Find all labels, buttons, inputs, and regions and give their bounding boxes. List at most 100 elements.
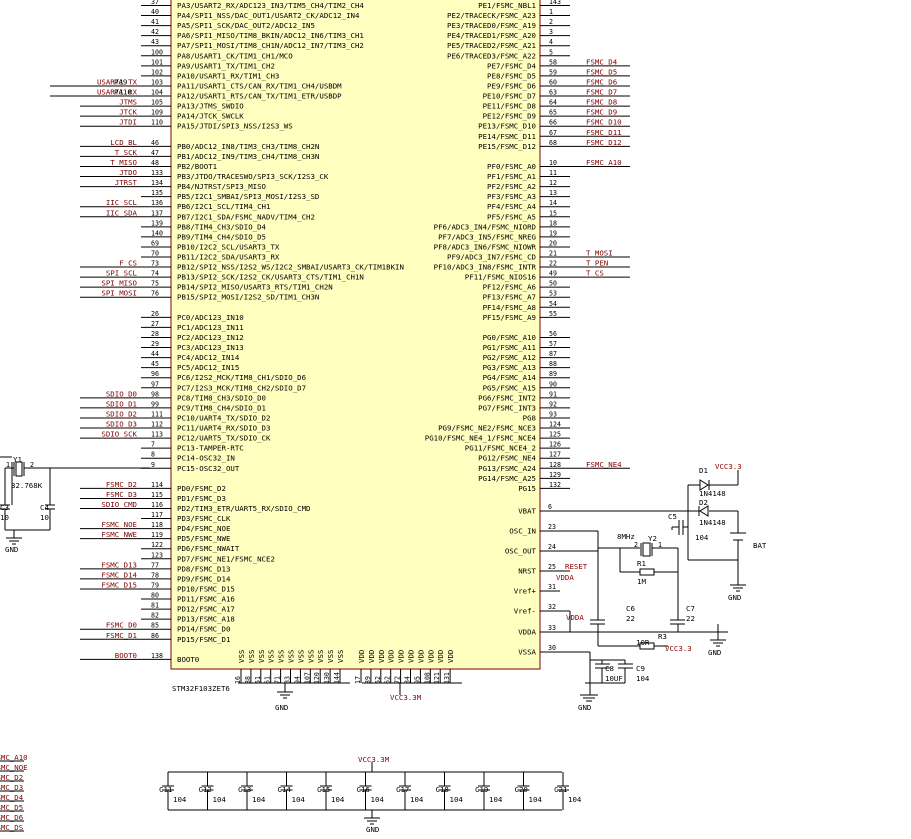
pin-name: PA4/SPI1_NSS/DAC_OUT1/USART2_CK/ADC12_IN… (177, 11, 360, 20)
pin-number: 103 (151, 78, 163, 86)
pin-name: PG4/FSMC_A14 (483, 373, 537, 382)
net-label: FSMC_D13 (101, 560, 137, 569)
pin-number: 73 (151, 260, 159, 268)
pin-name: PC2/ADC123_IN12 (177, 333, 244, 342)
net-label: FSMC_D5 (586, 67, 617, 76)
c4-value: 10 (40, 513, 49, 522)
pin-name: PF6/ADC3_IN4/FSMC_NIORD (434, 222, 536, 231)
cap-value: 104 (568, 795, 582, 804)
pin-number: 108 (423, 672, 431, 684)
pin-number: 115 (151, 491, 163, 499)
pin-number: 127 (549, 451, 561, 459)
r1-label: R1 (637, 559, 646, 568)
r3-vcc-label: VCC3.3 (665, 644, 692, 653)
pin-name: PC10/UART4_TX/SDIO_D2 (177, 413, 270, 422)
net-label: SDIO_SCK (101, 430, 137, 439)
pin-number: 3 (549, 28, 553, 36)
pin-name: VSS (306, 650, 315, 663)
pin-name: PB13/SPI2_SCK/I2S2_CK/USART3_CTS/TIM1_CH… (177, 273, 364, 282)
cap-label: C12 (199, 785, 212, 794)
pin-name: PC11/UART4_RX/SDIO_D3 (177, 424, 270, 433)
net-label: SPI_MISO (101, 279, 137, 288)
net-label: FSMC_D0 (106, 621, 137, 630)
pin-number: 8 (151, 451, 155, 459)
net-label: SDIO_D3 (106, 420, 137, 429)
net-label: T_SCK (115, 148, 138, 157)
vss-ground (238, 682, 462, 699)
pin-number: 79 (151, 581, 159, 589)
y2-label: Y2 (648, 534, 657, 543)
pin-number: 43 (151, 38, 159, 46)
pin-number: 10 (549, 159, 557, 167)
pin-name: PF11/FSMC_NIOS16 (465, 273, 536, 282)
pin-name: VDD (377, 650, 386, 663)
bottom-left-net-labels: FSMC_A10FSMC_NOEFSMC_D2FSMC_D3FSMC_D4FSM… (0, 753, 28, 832)
net-label: FSMC_D2 (0, 773, 23, 782)
vss-gnd-label: GND (275, 703, 288, 712)
pin-number: 109 (151, 109, 163, 117)
pin-number: 124 (549, 421, 561, 429)
pin-name: PC8/TIM8_CH3/SDIO_D0 (177, 393, 266, 402)
pin-number: 47 (151, 149, 159, 157)
c6-label: C6 (626, 604, 635, 613)
port-label: PA10 (114, 88, 132, 97)
pin-name: PF9/ADC3_IN7/FSMC_CD (447, 253, 536, 262)
pin-name: VDD (367, 650, 376, 663)
pin-name: PD12/FSMC_A17 (177, 605, 235, 614)
pin-number: 92 (549, 400, 557, 408)
net-label: FSMC_D3 (0, 783, 23, 792)
pin-number: 132 (549, 481, 561, 489)
pin-number: 57 (549, 340, 557, 348)
pin-name: VSS (237, 650, 246, 663)
pin-number: 27 (151, 320, 159, 328)
pin-number: 26 (151, 310, 159, 318)
pin-number: 77 (151, 561, 159, 569)
pin-name: PE3/TRACED0/FSMC_A19 (447, 21, 536, 30)
pin-name: PF7/ADC3_IN5/FSMC_NREG (438, 232, 536, 241)
pin-number: 75 (151, 280, 159, 288)
pin-number: 7 (151, 441, 155, 449)
pin-name: PB0/ADC12_IN8/TIM3_CH3/TIM8_CH2N (177, 142, 319, 151)
net-label: FSMC_D4 (586, 57, 618, 66)
pin-number: 81 (151, 602, 159, 610)
pin-name: PC7/I2S3_MCK/TIM8_CH2/SDIO_D7 (177, 383, 306, 392)
net-label: FSMC_D7 (586, 88, 617, 97)
pin-name: VSS (336, 650, 345, 663)
pin-name: PE5/TRACED2/FSMC_A21 (447, 41, 536, 50)
net-label: SDIO_D1 (106, 399, 137, 408)
pin-name: PB6/I2C1_SCL/TIM4_CH1 (177, 202, 270, 211)
net-label: SPI_MOSI (101, 289, 137, 298)
pin-name: PC0/ADC123_IN10 (177, 313, 244, 322)
pin-name: VSS (326, 650, 335, 663)
pin-number: 134 (151, 179, 163, 187)
pin-name: PD8/FSMC_D13 (177, 564, 230, 573)
pin-number: 41 (151, 18, 159, 26)
pin-name: PD14/FSMC_D0 (177, 625, 230, 634)
pin-name: PB7/I2C1_SDA/FSMC_NADV/TIM4_CH2 (177, 212, 315, 221)
pin-name: PD1/FSMC_D3 (177, 494, 226, 503)
net-label: FSMC_D12 (586, 138, 622, 147)
gnd-right-label: GND (708, 648, 721, 657)
pin-name: PD13/FSMC_A18 (177, 615, 235, 624)
net-label: FSMC_D14 (101, 570, 137, 579)
net-label: IIC_SDA (106, 208, 138, 217)
pin-name: PF1/FSMC_A1 (487, 172, 536, 181)
r1-value: 1M (637, 577, 646, 586)
pin-number: 129 (549, 471, 561, 479)
pin-number: 56 (549, 330, 557, 338)
pin-number: 85 (151, 622, 159, 630)
pin-name: VDD (446, 650, 455, 663)
c8-label: C8 (605, 664, 614, 673)
pin-number: 11 (549, 169, 557, 177)
pin-number: 110 (151, 119, 163, 127)
pin-name: PA15/JTDI/SPI3_NSS/I2S3_WS (177, 122, 293, 131)
pin-number: 44 (151, 350, 159, 358)
cap-value: 104 (489, 795, 503, 804)
pin-name: PF10/ADC3_IN8/FSMC_INTR (434, 263, 537, 272)
pin-name: PG1/FSMC_A11 (483, 343, 536, 352)
pin-number: 63 (549, 89, 557, 97)
pin-number: 20 (549, 239, 557, 247)
pin-name: VSS (277, 650, 286, 663)
pin-number: 13 (549, 189, 557, 197)
net-label: FSMC_D9 (586, 108, 617, 117)
